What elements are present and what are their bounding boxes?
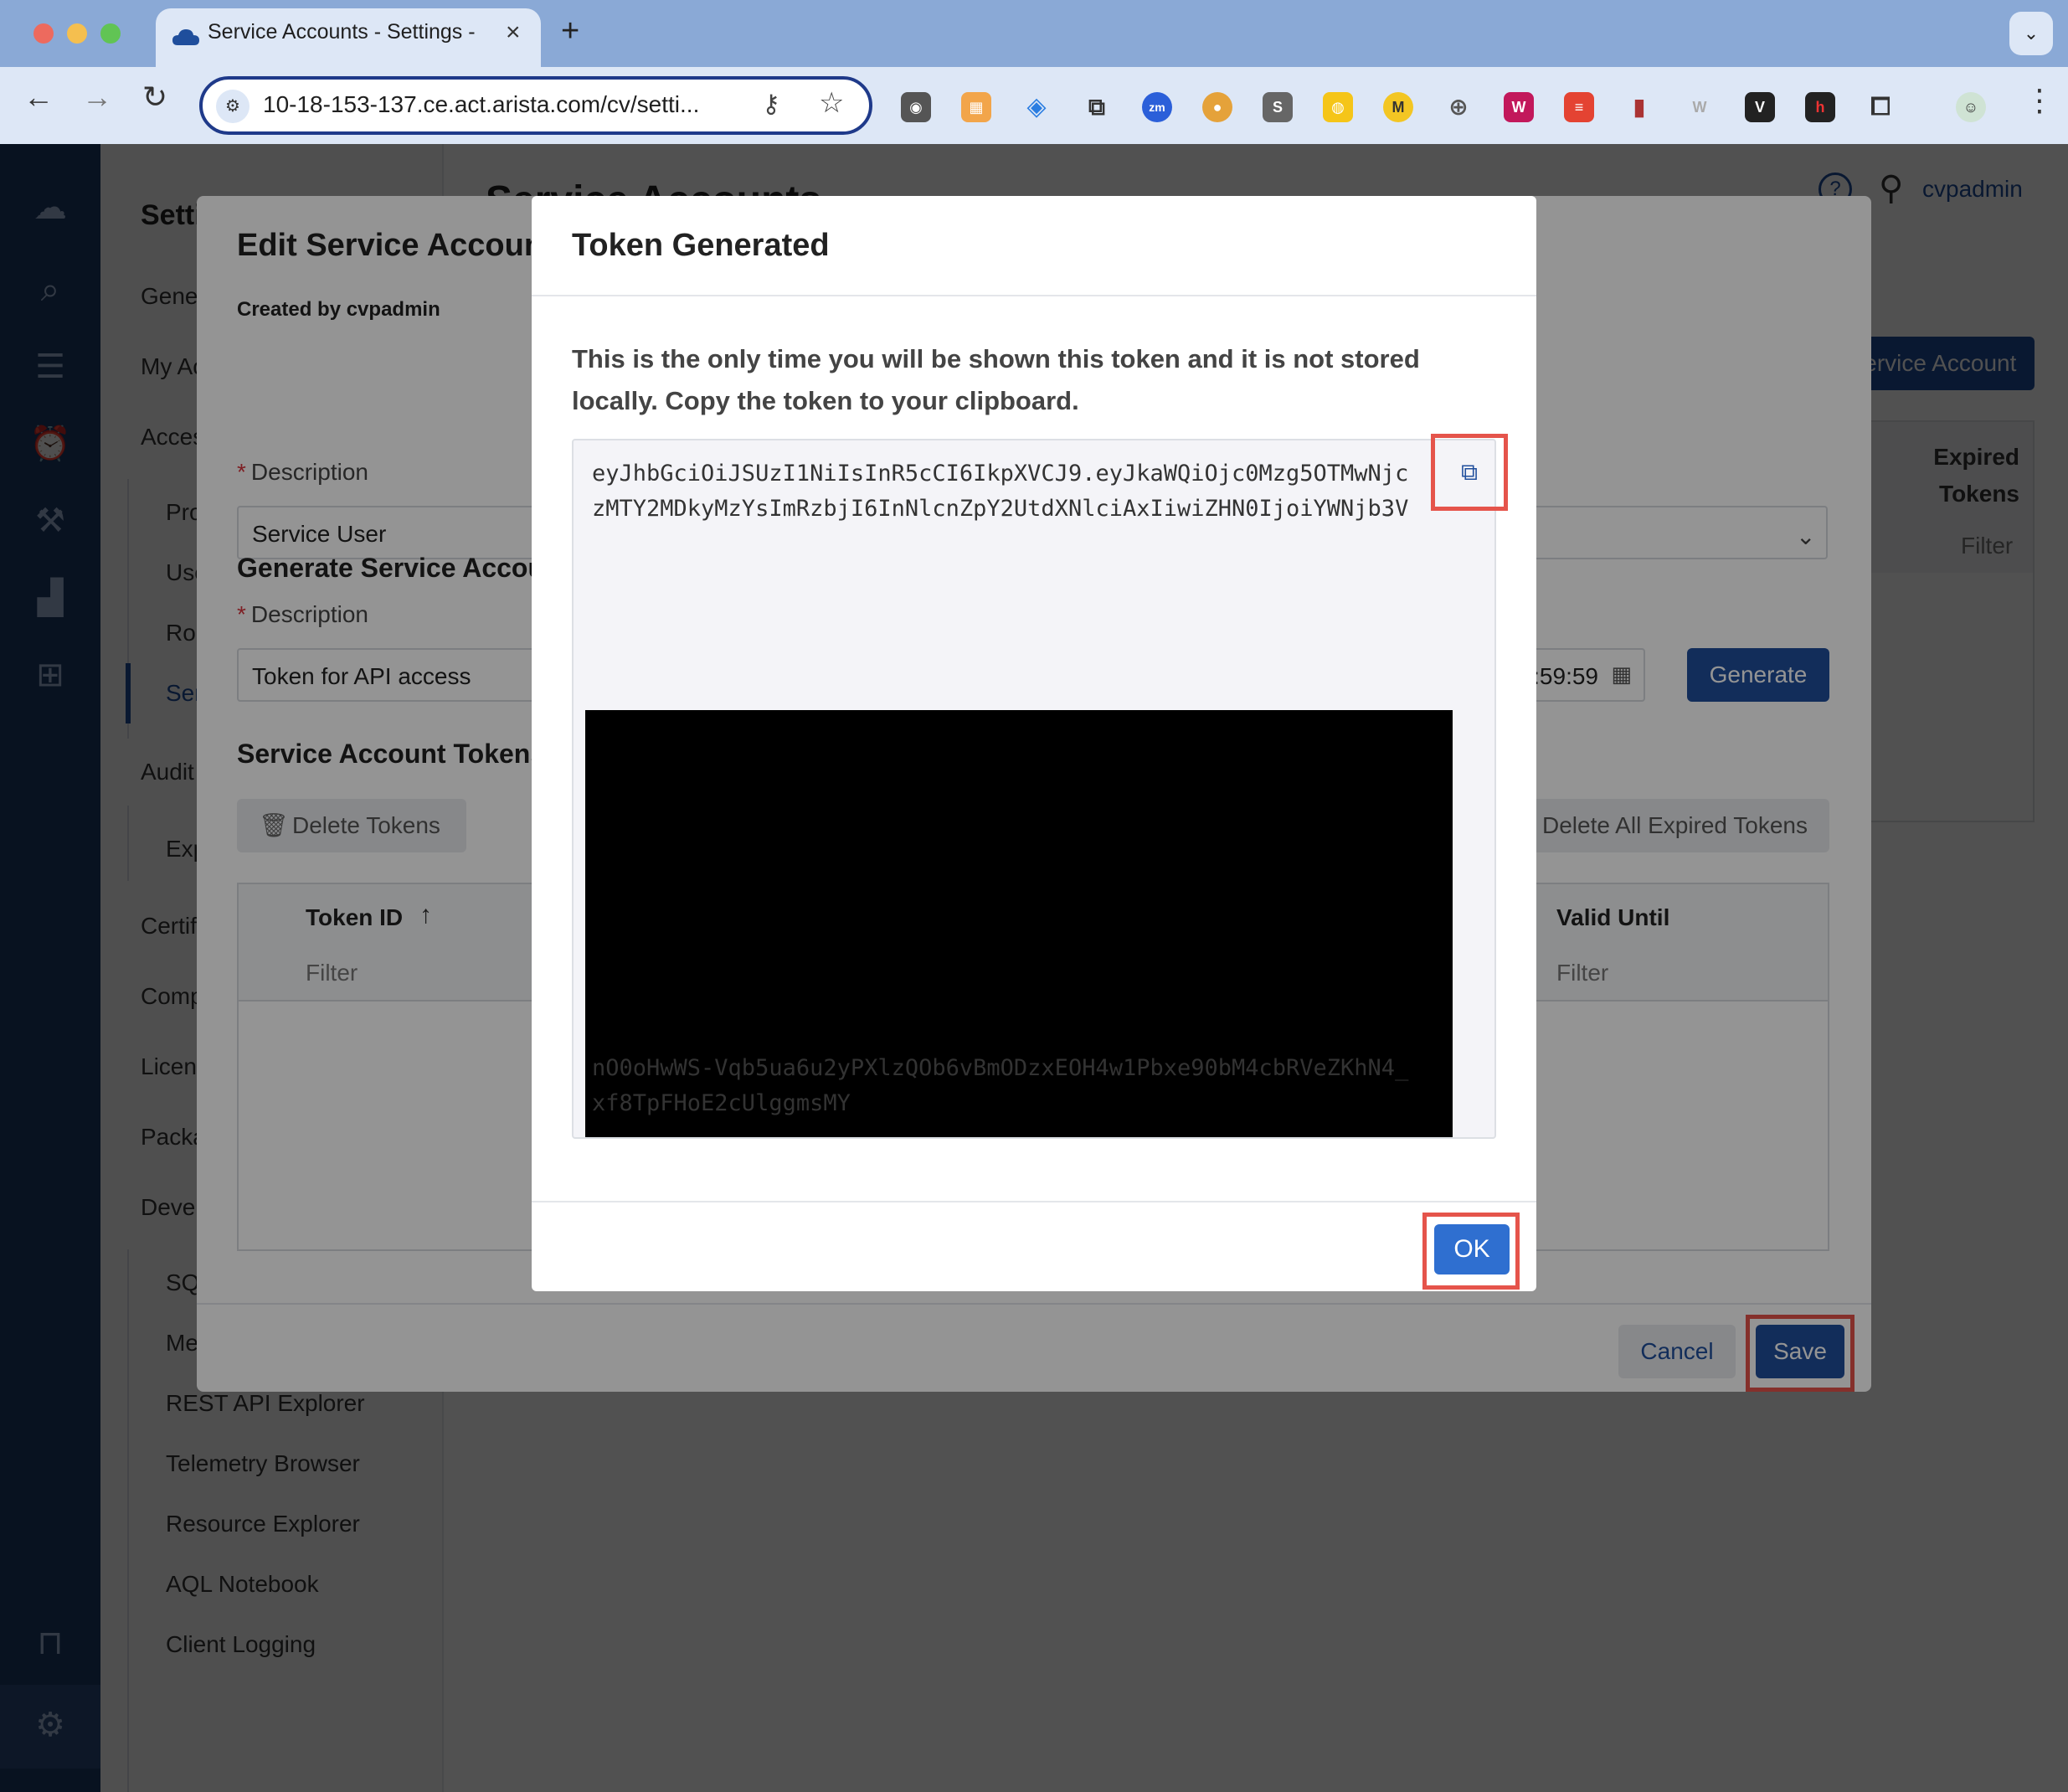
back-button[interactable]: ← [23,82,54,112]
badge-icon[interactable]: ▦ [961,92,991,122]
cookie-icon[interactable]: ◉ [901,92,931,122]
vanguard-icon[interactable]: V [1745,92,1775,122]
url-text[interactable]: 10-18-153-137.ce.act.arista.com/cv/setti… [263,91,699,118]
token-line: zMTY2MDkyMzYsImRzbjI6InNlcnZpY2UtdXNlciA… [592,496,1409,522]
close-tab-icon[interactable]: × [506,20,521,45]
security-icon[interactable]: ⊕ [1443,92,1474,122]
maximize-window-button[interactable] [100,23,121,44]
app-viewport: ☁ ⌕ ☰ ⏰ ⚒ ▟ ⊞ ⊓ ⚙ Settings General My Ac… [0,144,2068,1792]
token-warning-message: This is the only time you will be shown … [572,344,1420,415]
token-modal-header: Token Generated [532,196,1536,296]
token-modal-title: Token Generated [572,228,830,263]
site-info-icon[interactable]: ⚙ [216,90,249,123]
token-modal-footer-divider [532,1201,1536,1202]
zoom-icon[interactable]: zm [1142,92,1172,122]
w-icon[interactable]: W [1504,92,1534,122]
token-generated-modal: Token Generated This is the only time yo… [532,196,1536,1291]
ok-highlight-box [1422,1213,1520,1290]
profile-icon[interactable]: ☺ [1956,92,1986,122]
token-line: xf8TpFHoE2cUlggmsMY [592,1090,851,1116]
w2-icon[interactable]: W [1685,92,1715,122]
bookmark-star-icon[interactable]: ☆ [819,86,844,120]
new-tab-button[interactable]: + [561,15,579,47]
reload-button[interactable]: ↻ [142,82,167,112]
token-text-box[interactable]: eyJhbGciOiJSUzI1NiIsInR5cCI6IkpXVCJ9.eyJ… [572,439,1496,1139]
token-line: nO0oHwWS-Vqb5ua6u2yPXlzQOb6vBmODzxEOH4w1… [592,1055,1409,1081]
tab-search-button[interactable]: ⌄ [2009,12,2053,55]
browser-tab-bar: Service Accounts - Settings - × + ⌄ [0,0,2068,67]
todoist-icon[interactable]: ≡ [1564,92,1594,122]
cloud-icon [172,29,199,45]
copy-icon[interactable]: ⧉ [1082,92,1112,122]
minimize-window-button[interactable] [67,23,87,44]
token-line: eyJhbGciOiJSUzI1NiIsInR5cCI6IkpXVCJ9.eyJ… [592,461,1409,487]
puzzle-icon[interactable]: ⧠ [1865,92,1896,122]
browser-menu-icon[interactable]: ⋮ [2024,85,2055,116]
m-icon[interactable]: M [1383,92,1413,122]
tab-title: Service Accounts - Settings - [208,20,476,44]
chrome-icon[interactable]: ● [1202,92,1232,122]
h-icon[interactable]: h [1805,92,1835,122]
bottle-icon[interactable]: ▮ [1624,92,1654,122]
layers-icon[interactable]: ◈ [1021,92,1052,122]
browser-toolbar: ← → ↻ ⚙ 10-18-153-137.ce.act.arista.com/… [0,67,2068,144]
copy-highlight-box [1431,434,1508,511]
lightbulb-icon[interactable]: ◍ [1323,92,1353,122]
address-bar[interactable]: ⚙ 10-18-153-137.ce.act.arista.com/cv/set… [199,76,872,135]
browser-tab[interactable]: Service Accounts - Settings - × [156,8,541,67]
key-icon[interactable]: ⚷ [762,90,780,119]
s-icon[interactable]: S [1263,92,1293,122]
close-window-button[interactable] [33,23,54,44]
forward-button[interactable]: → [82,82,112,112]
